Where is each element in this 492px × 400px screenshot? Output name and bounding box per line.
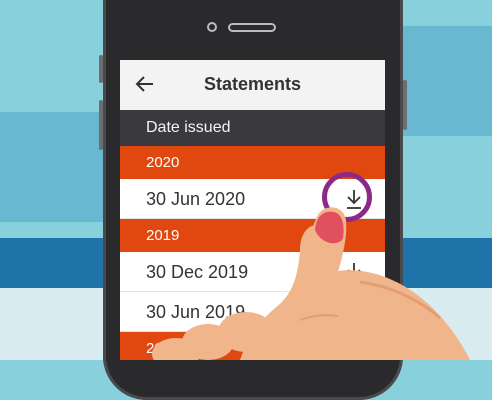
statement-row[interactable]: 30 Jun 2020 bbox=[120, 179, 385, 219]
year-heading-2018: 2018 bbox=[120, 332, 385, 360]
statement-row[interactable]: 30 Jun 2019 bbox=[120, 292, 385, 332]
phone-power-button bbox=[403, 80, 407, 130]
phone-side-button bbox=[99, 55, 103, 83]
download-icon[interactable] bbox=[345, 261, 363, 283]
statement-row[interactable]: 30 Dec 2019 bbox=[120, 252, 385, 292]
statement-date: 30 Dec 2019 bbox=[146, 262, 249, 282]
phone-screen: Statements Date issued 2020 30 Jun 2020 … bbox=[120, 60, 385, 360]
year-heading-2019: 2019 bbox=[120, 219, 385, 252]
year-heading-2020: 2020 bbox=[120, 146, 385, 179]
phone-volume-button bbox=[99, 100, 103, 150]
app-header: Statements bbox=[120, 60, 385, 111]
background-building-right bbox=[400, 26, 492, 136]
background-building-left bbox=[0, 112, 103, 222]
statements-list: 2020 30 Jun 2020 2019 30 Dec 2019 30 Jun… bbox=[120, 146, 385, 360]
earpiece-speaker bbox=[228, 23, 276, 32]
front-camera bbox=[207, 22, 217, 32]
statement-date: 30 Jun 2020 bbox=[146, 189, 246, 209]
download-icon[interactable] bbox=[345, 301, 363, 323]
page-title: Statements bbox=[203, 74, 302, 94]
statement-date: 30 Jun 2019 bbox=[146, 302, 246, 322]
list-header: Date issued bbox=[120, 110, 385, 146]
download-icon[interactable] bbox=[345, 188, 363, 210]
